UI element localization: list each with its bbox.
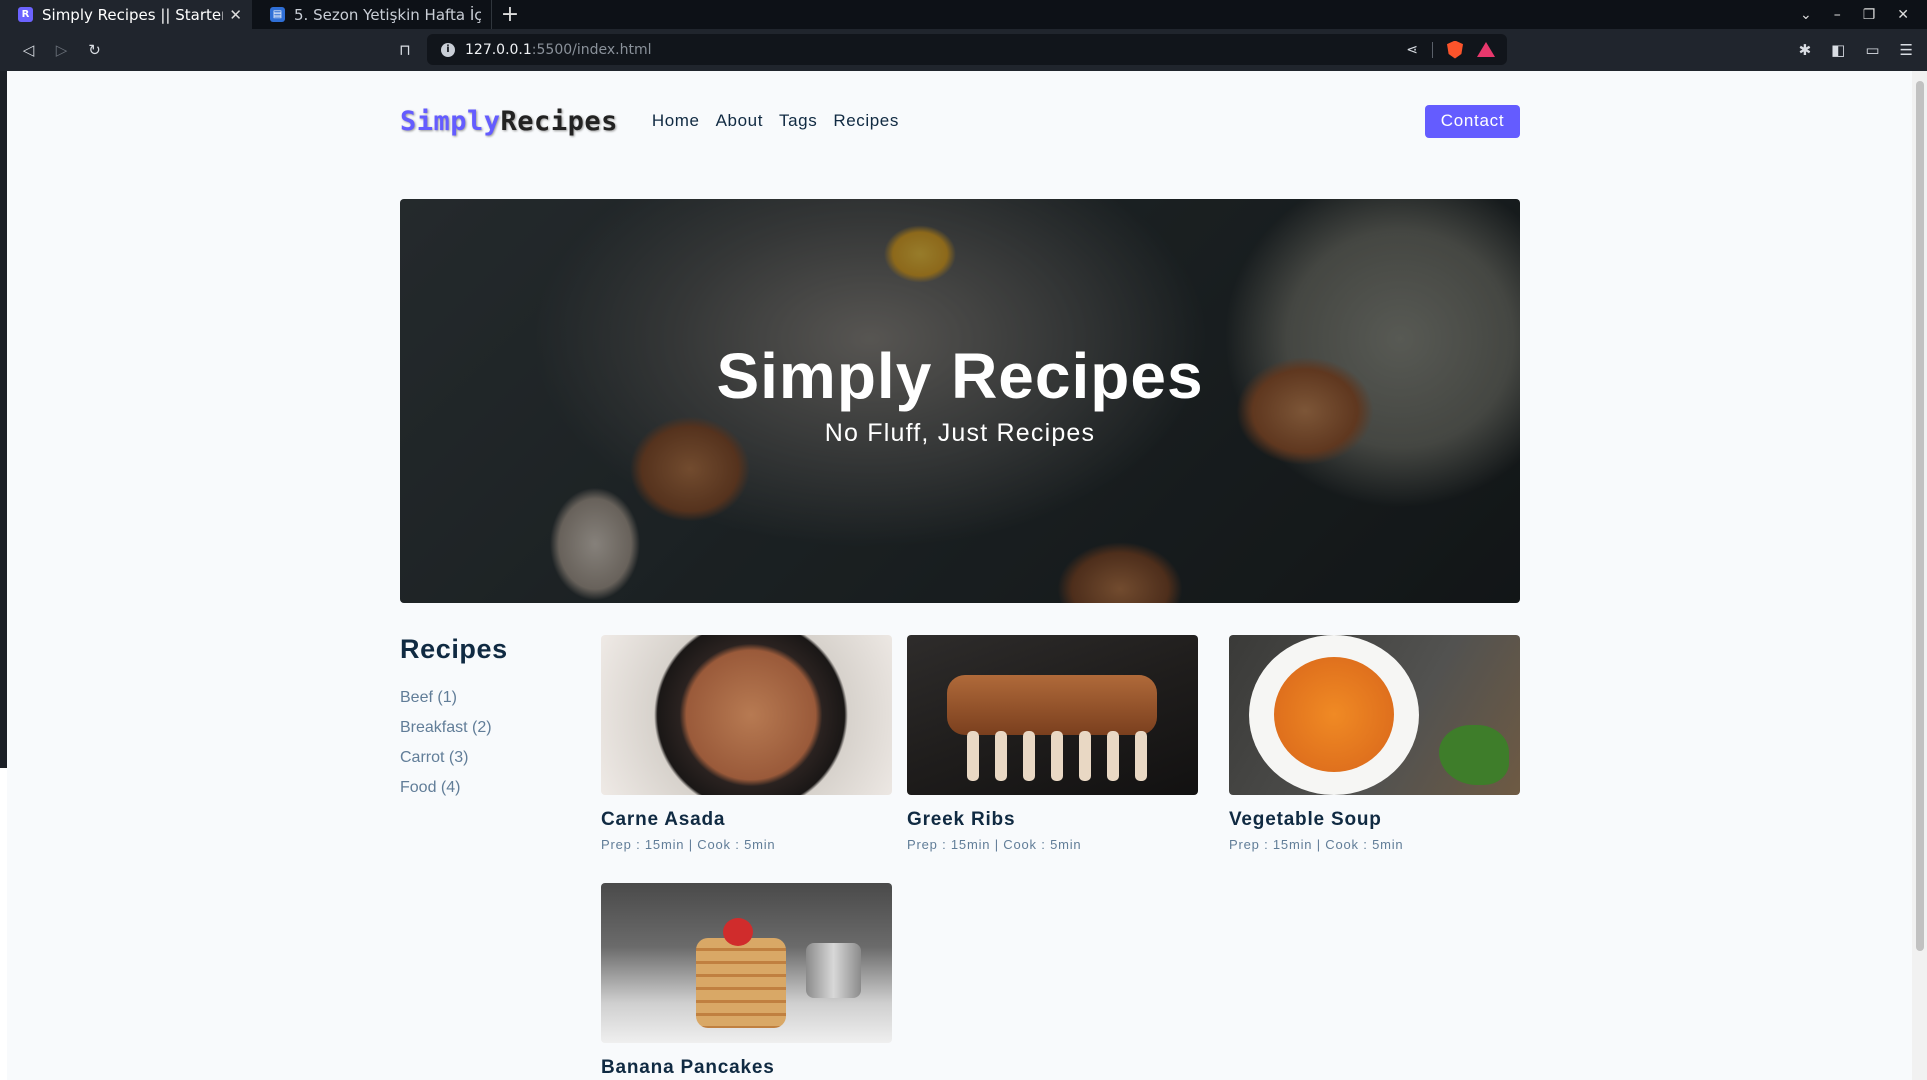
brave-shields-icon[interactable] bbox=[1447, 40, 1463, 59]
close-tab-icon[interactable]: ✕ bbox=[229, 6, 242, 24]
recipe-meta: Prep : 15min | Cook : 5min bbox=[907, 837, 1082, 852]
tab-title: 5. Sezon Yetişkin Hafta İçi Yaz bbox=[294, 5, 481, 24]
restore-icon[interactable]: ❐ bbox=[1863, 7, 1876, 23]
nav-links: Home About Tags Recipes bbox=[652, 111, 899, 131]
wallet-icon[interactable]: ▭ bbox=[1865, 41, 1879, 59]
basil-leaves bbox=[1439, 725, 1509, 785]
tag-link-beef[interactable]: Beef (1) bbox=[400, 689, 600, 707]
minimize-icon[interactable]: – bbox=[1834, 7, 1841, 23]
site-info-icon[interactable]: i bbox=[441, 42, 455, 57]
close-window-icon[interactable]: ✕ bbox=[1897, 7, 1909, 23]
sidebar-icon[interactable]: ◧ bbox=[1831, 41, 1845, 59]
recipe-card-carne-asada[interactable]: Carne Asada Prep : 15min | Cook : 5min bbox=[601, 635, 892, 852]
nav-link-recipes[interactable]: Recipes bbox=[833, 111, 899, 131]
nav-link-tags[interactable]: Tags bbox=[779, 111, 817, 131]
site-navbar: SimplyRecipes Home About Tags Recipes Co… bbox=[400, 101, 1520, 141]
recipe-name: Banana Pancakes bbox=[601, 1057, 775, 1078]
tab-title: Simply Recipes || Starter bbox=[42, 5, 224, 24]
rib-bone bbox=[1107, 731, 1119, 781]
address-bar[interactable]: i 127.0.0.1:5500/index.html ⋖ bbox=[427, 34, 1507, 65]
rib-bone bbox=[1079, 731, 1091, 781]
rib-bone bbox=[967, 731, 979, 781]
site-favicon-icon: R bbox=[18, 7, 33, 22]
bookmark-icon[interactable]: ⊓ bbox=[396, 39, 414, 61]
rib-bone bbox=[1135, 731, 1147, 781]
tag-link-food[interactable]: Food (4) bbox=[400, 779, 600, 797]
recipe-image bbox=[907, 635, 1198, 795]
reload-icon[interactable]: ↻ bbox=[78, 41, 111, 59]
window-edge bbox=[0, 768, 7, 1080]
sidebar-title: Recipes bbox=[400, 634, 508, 664]
document-favicon-icon: ▤ bbox=[270, 7, 285, 22]
recipe-image bbox=[601, 635, 892, 795]
page-scrollbar[interactable] bbox=[1912, 71, 1927, 1080]
soup bbox=[1274, 657, 1394, 772]
tab-simply-recipes[interactable]: R Simply Recipes || Starter ✕ bbox=[0, 0, 252, 29]
page-viewport: SimplyRecipes Home About Tags Recipes Co… bbox=[7, 71, 1912, 1080]
nav-link-home[interactable]: Home bbox=[652, 111, 700, 131]
menu-icon[interactable]: ☰ bbox=[1900, 41, 1913, 59]
strawberry bbox=[723, 918, 753, 946]
hero-title: Simply Recipes bbox=[716, 340, 1204, 412]
rib-bone bbox=[995, 731, 1007, 781]
nav-link-about[interactable]: About bbox=[716, 111, 763, 131]
url-host: 127.0.0.1 bbox=[465, 41, 532, 58]
hero-subtitle: No Fluff, Just Recipes bbox=[824, 419, 1096, 447]
share-icon[interactable]: ⋖ bbox=[1406, 42, 1418, 58]
recipe-meta: Prep : 15min | Cook : 5min bbox=[1229, 837, 1404, 852]
contact-button[interactable]: Contact bbox=[1425, 104, 1520, 138]
logo-part-recipes: Recipes bbox=[500, 105, 618, 137]
recipe-card-banana-pancakes[interactable]: Banana Pancakes bbox=[601, 883, 892, 1079]
forward-icon[interactable]: ▷ bbox=[45, 41, 78, 59]
recipe-card-greek-ribs[interactable]: Greek Ribs Prep : 15min | Cook : 5min bbox=[907, 635, 1198, 852]
brave-rewards-icon[interactable] bbox=[1477, 42, 1495, 57]
url-path: :5500/index.html bbox=[531, 41, 652, 58]
toolbar-right: ✱ ◧ ▭ ☰ bbox=[1799, 29, 1913, 71]
tab-second[interactable]: ▤ 5. Sezon Yetişkin Hafta İçi Yaz bbox=[252, 0, 492, 29]
hero-banner: Simply Recipes No Fluff, Just Recipes bbox=[400, 199, 1520, 603]
recipe-card-vegetable-soup[interactable]: Vegetable Soup Prep : 15min | Cook : 5mi… bbox=[1229, 635, 1520, 852]
recipe-image bbox=[1229, 635, 1520, 795]
back-icon[interactable]: ◁ bbox=[12, 41, 45, 59]
extensions-icon[interactable]: ✱ bbox=[1799, 41, 1812, 59]
ribs-meat bbox=[947, 675, 1157, 735]
new-tab-button[interactable]: + bbox=[492, 0, 528, 29]
cream-cup bbox=[806, 943, 861, 998]
recipe-image bbox=[601, 883, 892, 1043]
recipe-meta: Prep : 15min | Cook : 5min bbox=[601, 837, 776, 852]
browser-tab-bar: R Simply Recipes || Starter ✕ ▤ 5. Sezon… bbox=[0, 0, 1927, 29]
recipe-name: Greek Ribs bbox=[907, 809, 1016, 830]
divider bbox=[1432, 41, 1433, 58]
pancake-stack bbox=[696, 938, 786, 1028]
scrollbar-thumb[interactable] bbox=[1916, 81, 1924, 951]
tag-link-carrot[interactable]: Carrot (3) bbox=[400, 749, 600, 767]
tags-sidebar: Recipes Beef (1) Breakfast (2) Carrot (3… bbox=[400, 634, 600, 809]
window-controls: ⌄ – ❐ ✕ bbox=[1800, 0, 1927, 29]
recipe-name: Vegetable Soup bbox=[1229, 809, 1382, 830]
recipe-name: Carne Asada bbox=[601, 809, 726, 830]
rib-bone bbox=[1023, 731, 1035, 781]
rib-bone bbox=[1051, 731, 1063, 781]
site-logo[interactable]: SimplyRecipes bbox=[400, 106, 618, 137]
tab-list-chevron-icon[interactable]: ⌄ bbox=[1800, 7, 1812, 23]
window-edge bbox=[0, 71, 7, 768]
tag-link-breakfast[interactable]: Breakfast (2) bbox=[400, 719, 600, 737]
logo-part-simply: Simply bbox=[400, 105, 501, 137]
browser-toolbar: ◁ ▷ ↻ ⊓ i 127.0.0.1:5500/index.html ⋖ ✱ … bbox=[0, 29, 1927, 71]
